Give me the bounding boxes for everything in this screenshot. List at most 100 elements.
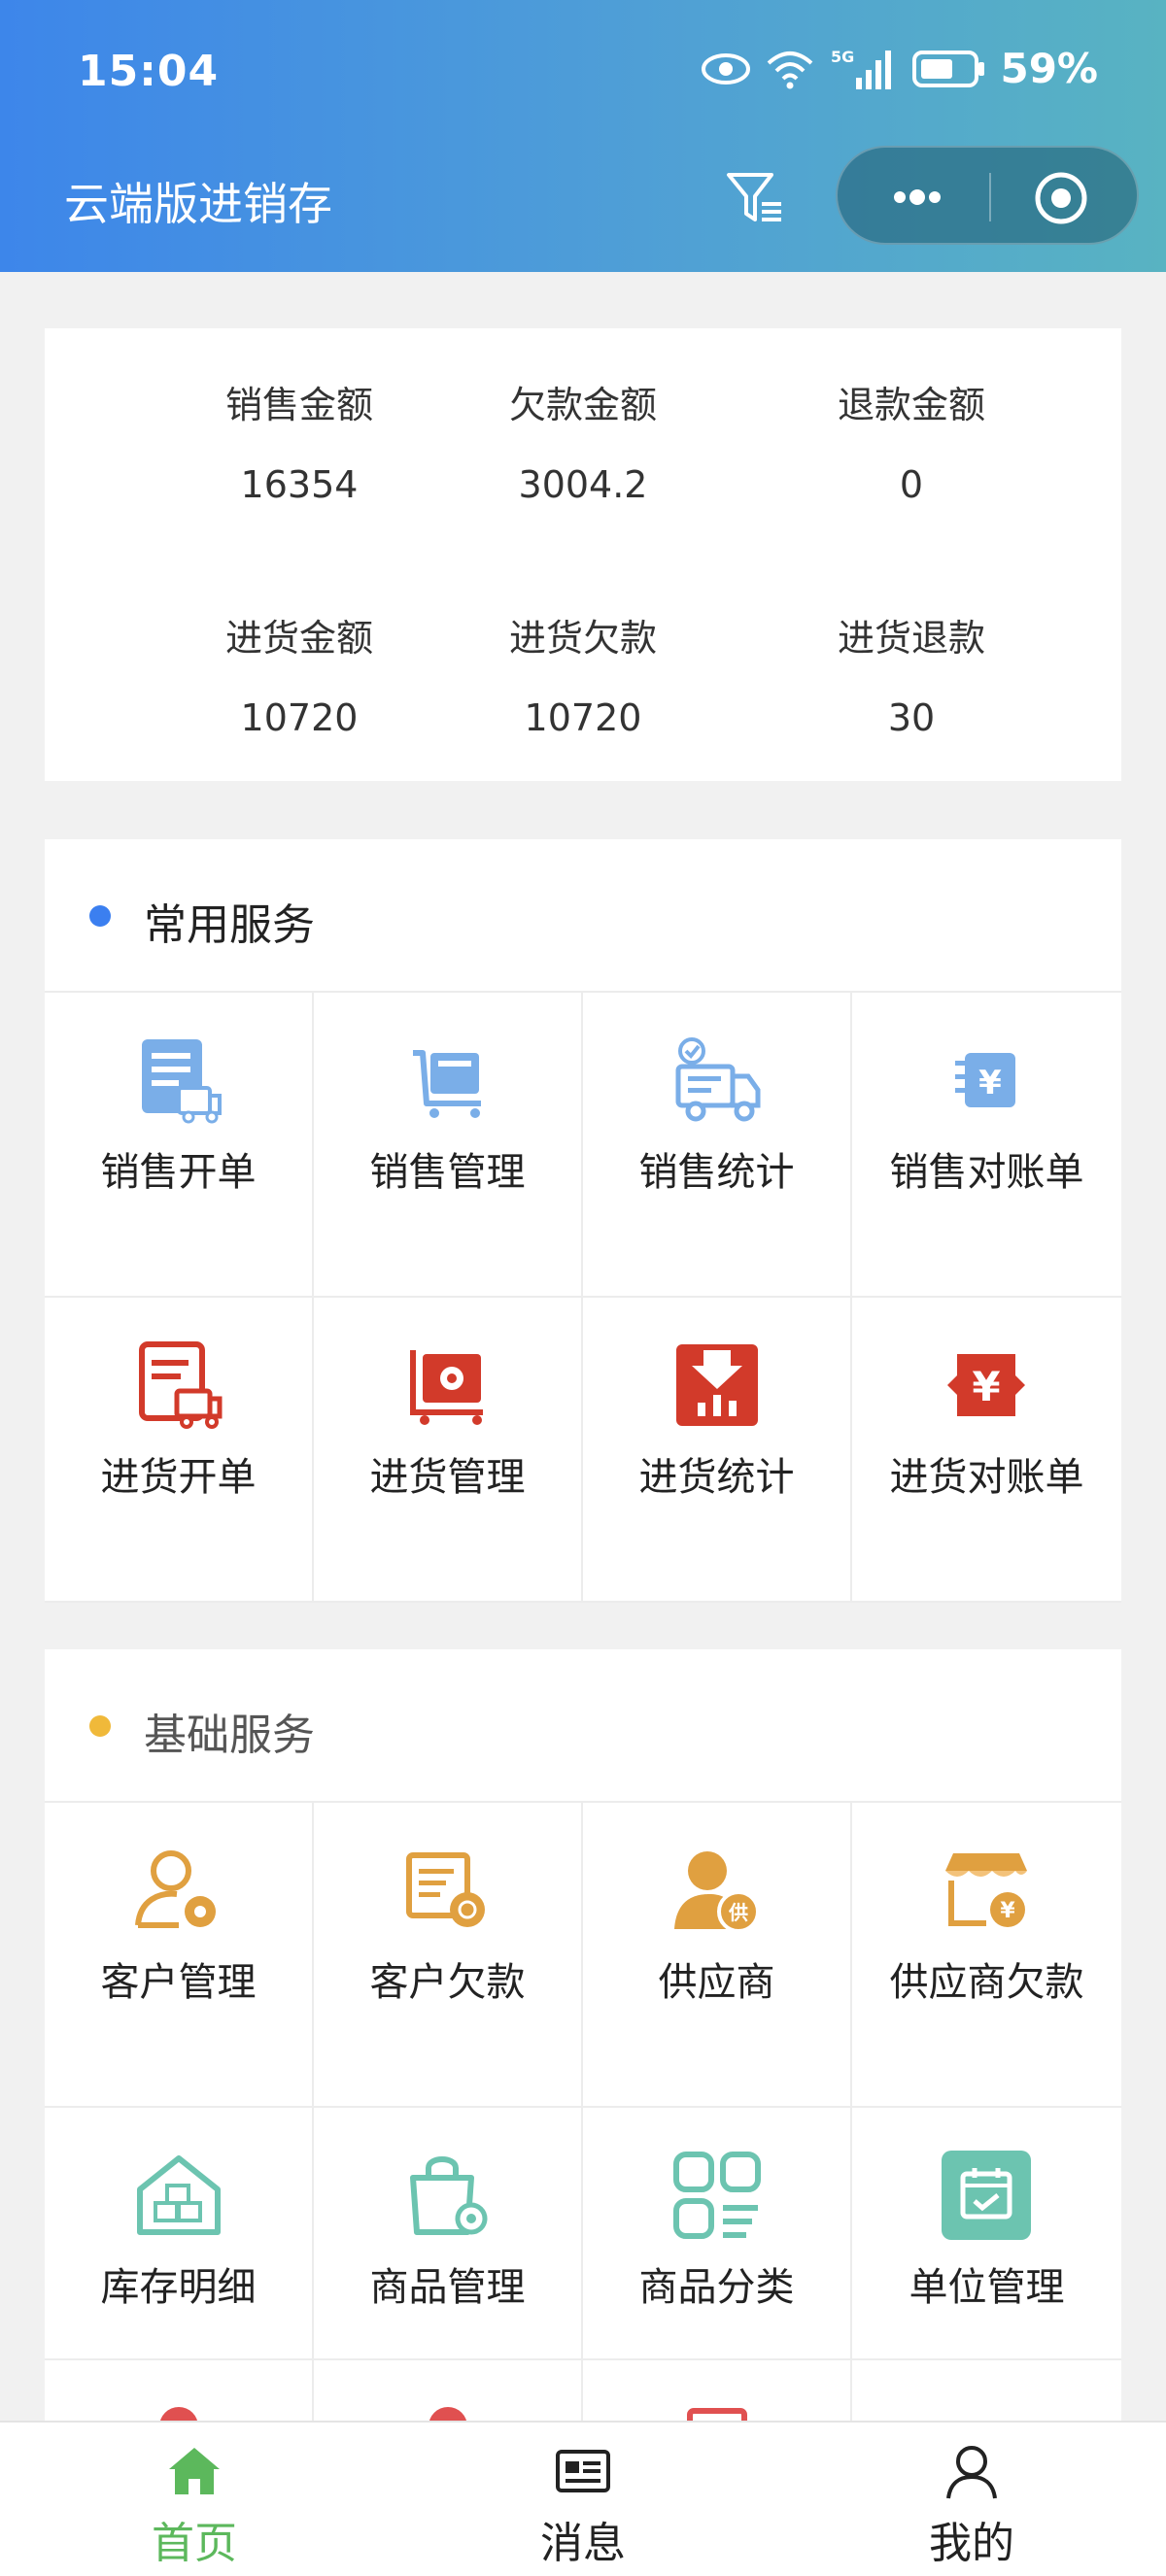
calendar-check-icon xyxy=(942,2151,1031,2240)
service-label: 库存明细 xyxy=(100,2265,257,2310)
eye-icon xyxy=(702,52,751,85)
service-grid: 客户管理 客户欠款 供 供应商 ¥ 供应商欠款 库存明细 商品管理 商品分类 单… xyxy=(45,1803,1121,2453)
svg-text:¥: ¥ xyxy=(978,1064,1002,1102)
stat-sales-amount[interactable]: 销售金额 16354 xyxy=(134,375,464,506)
service-label: 进货统计 xyxy=(638,1455,795,1500)
service-supplier[interactable]: 供 供应商 xyxy=(583,1803,852,2108)
section-title: 基础服务 xyxy=(144,1711,315,1760)
battery-percent: 59% xyxy=(1000,45,1098,92)
service-customer-debt[interactable]: 客户欠款 xyxy=(314,1803,583,2108)
section-title: 常用服务 xyxy=(144,900,315,950)
stat-refund-amount[interactable]: 退款金额 0 xyxy=(746,375,1077,506)
supplier-debt-icon: ¥ xyxy=(945,1853,1027,1927)
warehouse-icon xyxy=(137,2155,221,2235)
service-sales-order[interactable]: 销售开单 xyxy=(45,993,314,1298)
stat-value: 10720 xyxy=(240,696,359,739)
customer-debt-icon xyxy=(406,1852,485,1927)
service-unit-manage[interactable]: 单位管理 xyxy=(852,2108,1121,2360)
supplier-icon: 供 xyxy=(674,1851,760,1933)
stat-label: 进货退款 xyxy=(837,617,985,660)
message-icon xyxy=(556,2450,610,2492)
capsule-divider xyxy=(989,173,991,221)
service-sales-statement[interactable]: ¥ 销售对账单 xyxy=(852,993,1121,1298)
stat-label: 欠款金额 xyxy=(508,384,657,426)
stat-label: 进货金额 xyxy=(224,617,373,660)
home-icon xyxy=(169,2448,220,2494)
service-label: 进货对账单 xyxy=(889,1455,1084,1500)
svg-text:¥: ¥ xyxy=(1000,1899,1015,1923)
stat-purchase-refund[interactable]: 进货退款 30 xyxy=(746,608,1077,739)
service-customer-manage[interactable]: 客户管理 xyxy=(45,1803,314,2108)
service-inventory-detail[interactable]: 库存明细 xyxy=(45,2108,314,2360)
svg-text:5G: 5G xyxy=(831,48,854,66)
section-header: 基础服务 xyxy=(45,1649,1121,1803)
more-button[interactable] xyxy=(857,169,974,225)
bottom-tab-bar: 首页 消息 我的 xyxy=(0,2421,1166,2576)
service-product-category[interactable]: 商品分类 xyxy=(583,2108,852,2360)
stat-value: 16354 xyxy=(240,463,359,506)
bag-gear-icon xyxy=(410,2156,488,2235)
stat-value: 0 xyxy=(899,463,924,506)
page-title: 云端版进销存 xyxy=(64,178,332,230)
tab-label: 我的 xyxy=(929,2519,1014,2568)
service-product-manage[interactable]: 商品管理 xyxy=(314,2108,583,2360)
purchase-order-icon xyxy=(139,1341,223,1429)
service-label: 单位管理 xyxy=(909,2265,1065,2310)
delivery-truck-icon xyxy=(675,1037,761,1122)
svg-text:¥: ¥ xyxy=(972,1363,1000,1410)
basic-services-section: 基础服务 客户管理 客户欠款 供 供应商 ¥ 供应商欠款 库存明细 商品管理 商 xyxy=(45,1649,1121,2453)
service-label: 供应商 xyxy=(658,1960,775,2005)
svg-text:供: 供 xyxy=(728,1901,748,1924)
category-grid-icon xyxy=(673,2152,761,2239)
service-label: 进货开单 xyxy=(100,1455,257,1500)
service-label: 客户欠款 xyxy=(369,1960,526,2005)
cart-icon xyxy=(413,1050,481,1118)
signal-5g-icon: 5G xyxy=(831,48,892,89)
stat-value: 30 xyxy=(887,696,936,739)
yen-statement-icon: ¥ xyxy=(955,1053,1015,1107)
stat-label: 退款金额 xyxy=(837,384,985,426)
service-label: 销售开单 xyxy=(100,1150,257,1195)
customer-gear-icon xyxy=(135,1850,216,1928)
stat-label: 进货欠款 xyxy=(508,617,657,660)
sales-order-icon xyxy=(142,1039,222,1124)
stat-purchase-amount[interactable]: 进货金额 10720 xyxy=(134,608,464,739)
service-label: 商品分类 xyxy=(638,2265,795,2310)
purchase-stats-icon xyxy=(676,1344,758,1426)
battery-icon xyxy=(912,50,985,87)
tab-messages[interactable]: 消息 xyxy=(389,2423,777,2576)
service-label: 商品管理 xyxy=(369,2265,526,2310)
filter-button[interactable] xyxy=(723,165,789,231)
service-grid: 销售开单 销售管理 销售统计 ¥ 销售对账单 进货开单 进货管理 进货统计 ¥ … xyxy=(45,993,1121,1603)
purchase-manage-icon xyxy=(410,1350,483,1425)
status-time: 15:04 xyxy=(78,47,220,96)
tab-label: 首页 xyxy=(152,2519,237,2568)
service-purchase-manage[interactable]: 进货管理 xyxy=(314,1298,583,1603)
more-dots-icon xyxy=(894,189,941,205)
service-supplier-debt[interactable]: ¥ 供应商欠款 xyxy=(852,1803,1121,2108)
stat-purchase-debt[interactable]: 进货欠款 10720 xyxy=(418,608,748,739)
section-dot xyxy=(89,905,111,927)
service-sales-stats[interactable]: 销售统计 xyxy=(583,993,852,1298)
title-bar: 云端版进销存 xyxy=(0,146,1166,253)
service-purchase-statement[interactable]: ¥ 进货对账单 xyxy=(852,1298,1121,1603)
tab-home[interactable]: 首页 xyxy=(0,2423,389,2576)
filter-icon xyxy=(727,173,781,221)
service-label: 客户管理 xyxy=(100,1960,257,2005)
stat-value: 10720 xyxy=(524,696,642,739)
status-icons: 5G 59% xyxy=(701,45,1098,92)
service-purchase-order[interactable]: 进货开单 xyxy=(45,1298,314,1603)
service-sales-manage[interactable]: 销售管理 xyxy=(314,993,583,1298)
close-miniapp-button[interactable] xyxy=(1030,167,1092,229)
summary-stats-card: 销售金额 16354 欠款金额 3004.2 退款金额 0 进货金额 10720… xyxy=(45,328,1121,781)
user-icon xyxy=(946,2446,997,2499)
tab-label: 消息 xyxy=(540,2519,626,2568)
tab-profile[interactable]: 我的 xyxy=(777,2423,1166,2576)
service-label: 销售管理 xyxy=(369,1150,526,1195)
service-label: 销售统计 xyxy=(638,1150,795,1195)
miniapp-capsule xyxy=(836,146,1139,245)
stat-debt-amount[interactable]: 欠款金额 3004.2 xyxy=(418,375,748,506)
section-header: 常用服务 xyxy=(45,839,1121,993)
section-dot xyxy=(89,1715,111,1737)
service-purchase-stats[interactable]: 进货统计 xyxy=(583,1298,852,1603)
